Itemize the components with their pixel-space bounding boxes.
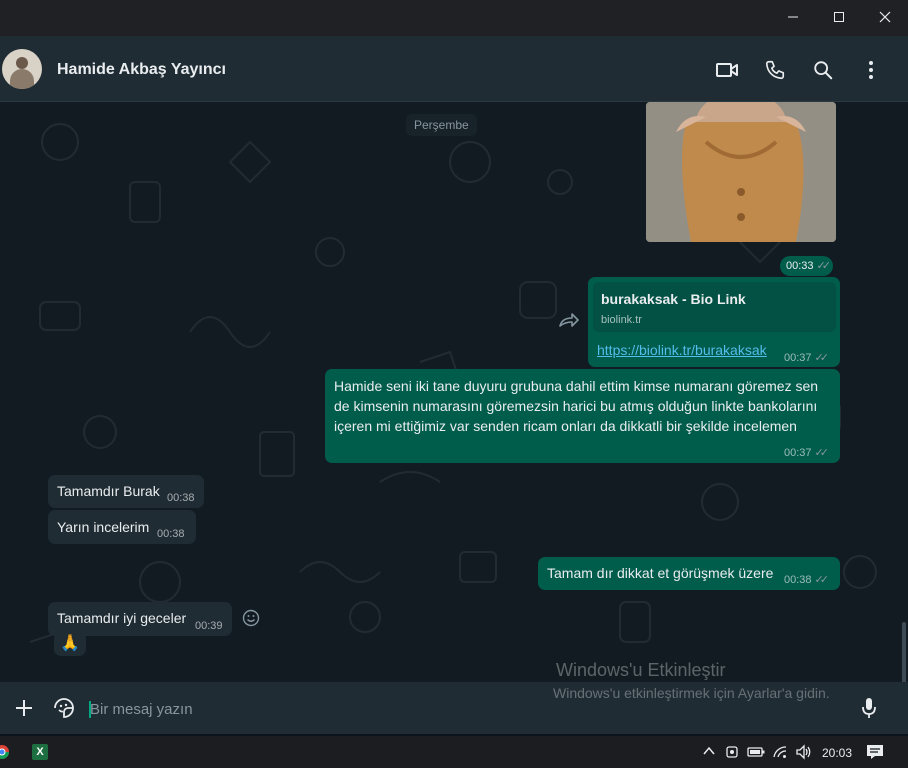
link-message-meta: 00:37 ✓✓ (784, 351, 830, 364)
incoming-message[interactable]: Yarın incelerim 00:38 (48, 510, 196, 544)
message-time: 00:38 (157, 528, 185, 540)
network-status[interactable] (772, 744, 788, 765)
outgoing-message[interactable]: Tamam dır dikkat et görüşmek üzere 00:38… (538, 557, 840, 590)
message-line: de kimsenin numarasını göremezsin harici… (334, 398, 818, 414)
message-text: Tamam dır dikkat et görüşmek üzere (547, 565, 774, 581)
voice-call-icon (765, 60, 785, 80)
chat-scrollbar[interactable] (902, 622, 906, 682)
incoming-message[interactable]: Tamamdır iyi geceler 00:39 (48, 602, 232, 636)
message-time: 00:38 (167, 492, 195, 504)
minimize-icon (788, 16, 798, 18)
tray-overflow-button[interactable] (702, 744, 716, 763)
chat-header[interactable]: Hamide Akbaş Yayıncı (0, 36, 908, 102)
forward-button[interactable] (558, 312, 580, 333)
more-options-button[interactable] (857, 56, 885, 84)
emoji-react-icon (242, 609, 260, 627)
volume-control[interactable] (795, 744, 813, 765)
image-message-meta: 00:33 ✓✓ (780, 256, 833, 276)
message-text: Tamamdır iyi geceler (57, 610, 187, 626)
maximize-icon (834, 12, 844, 22)
plus-icon (16, 700, 32, 716)
speaker-icon (796, 744, 811, 760)
image-message[interactable] (646, 102, 836, 242)
tray-app-button[interactable] (724, 744, 740, 765)
message-time: 00:39 (195, 620, 223, 632)
shared-photo (646, 102, 836, 242)
read-ticks-icon: ✓✓ (814, 447, 830, 459)
search-button[interactable] (809, 56, 837, 84)
link-preview-title: burakaksak - Bio Link (601, 291, 746, 307)
webcam-icon (726, 746, 738, 758)
os-taskbar: X 20:03 (0, 736, 908, 768)
chrome-taskbar-button[interactable] (0, 744, 10, 765)
activation-watermark-subtitle: Windows'u etkinleştirmek için Ayarlar'a … (553, 685, 830, 701)
reaction-badge[interactable]: 🙏 (54, 632, 86, 656)
chrome-icon (0, 745, 9, 759)
message-input-placeholder: Bir mesaj yazın (90, 701, 193, 718)
link-message[interactable]: burakaksak - Bio Link biolink.tr https:/… (588, 277, 840, 367)
sticker-icon (54, 698, 74, 718)
outgoing-message[interactable]: Hamide seni iki tane duyuru grubuna dahi… (325, 369, 840, 463)
link-url[interactable]: https://biolink.tr/burakaksak (597, 342, 767, 358)
day-separator: Perşembe (406, 114, 477, 136)
message-meta: 00:38 ✓✓ (784, 573, 830, 586)
message-line: içeren mi ettiğimiz var senden ricam onl… (334, 418, 797, 434)
message-time: 00:37 (784, 352, 812, 364)
chat-area[interactable]: Perşembe 00:33 ✓✓ burakaksak - Bio Link b… (0, 102, 908, 682)
taskbar-clock[interactable]: 20:03 (822, 746, 852, 760)
notification-icon (867, 745, 883, 759)
voice-call-button[interactable] (761, 56, 789, 84)
battery-icon (747, 747, 765, 757)
read-ticks-icon: ✓✓ (814, 352, 830, 364)
read-ticks-icon: ✓✓ (814, 574, 830, 586)
battery-status[interactable] (747, 745, 765, 764)
maximize-button[interactable] (816, 0, 862, 34)
contact-name[interactable]: Hamide Akbaş Yayıncı (57, 61, 226, 79)
excel-taskbar-button[interactable]: X (32, 744, 48, 760)
search-icon (814, 61, 833, 80)
message-text: Tamamdır Burak (57, 483, 160, 499)
message-text: Yarın incelerim (57, 519, 150, 535)
sticker-button[interactable] (52, 696, 76, 725)
video-call-button[interactable] (713, 56, 741, 84)
forward-icon (559, 313, 579, 327)
message-time: 00:38 (784, 574, 812, 586)
close-button[interactable] (862, 0, 908, 34)
message-time: 00:33 (786, 260, 814, 272)
message-composer: Bir mesaj yazın Windows'u etkinleştirmek… (0, 682, 908, 734)
attach-button[interactable] (14, 698, 34, 723)
activation-watermark-title: Windows'u Etkinleştir (556, 660, 726, 680)
link-preview-card[interactable]: burakaksak - Bio Link biolink.tr (593, 282, 836, 332)
voice-message-button[interactable] (860, 696, 878, 725)
message-meta: 00:37 ✓✓ (784, 446, 830, 459)
message-time: 00:37 (784, 447, 812, 459)
notifications-button[interactable] (866, 744, 884, 765)
incoming-message[interactable]: Tamamdır Burak 00:38 (48, 475, 204, 508)
message-line: Hamide seni iki tane duyuru grubuna dahi… (334, 378, 819, 394)
wifi-icon (773, 746, 787, 758)
link-preview-domain: biolink.tr (601, 314, 642, 326)
video-call-icon (716, 63, 738, 77)
window-titlebar (0, 0, 908, 36)
minimize-button[interactable] (770, 0, 816, 34)
react-button[interactable] (242, 609, 260, 632)
chevron-up-icon (703, 746, 715, 755)
more-options-icon (869, 61, 873, 79)
contact-avatar[interactable] (2, 49, 42, 89)
close-icon (879, 11, 891, 23)
read-ticks-icon: ✓✓ (816, 260, 832, 272)
microphone-icon (862, 698, 876, 718)
